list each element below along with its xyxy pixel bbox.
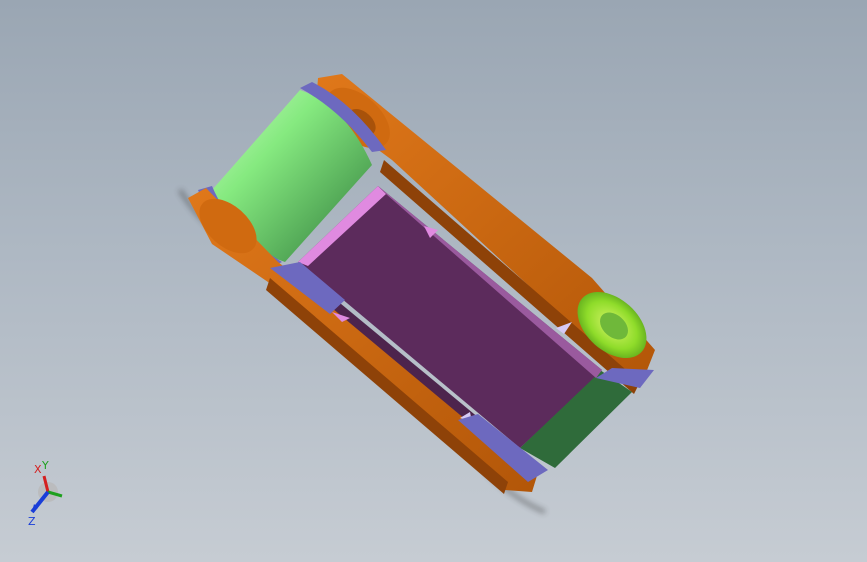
reference-triad: X Y Z <box>18 456 78 532</box>
triad-y-label: Y <box>42 459 49 472</box>
graphics-viewport[interactable]: X Y Z <box>0 0 867 562</box>
triad-z-label: Z <box>28 515 36 528</box>
triad-x-label: X <box>34 463 42 476</box>
chain-link-model[interactable] <box>0 0 867 562</box>
